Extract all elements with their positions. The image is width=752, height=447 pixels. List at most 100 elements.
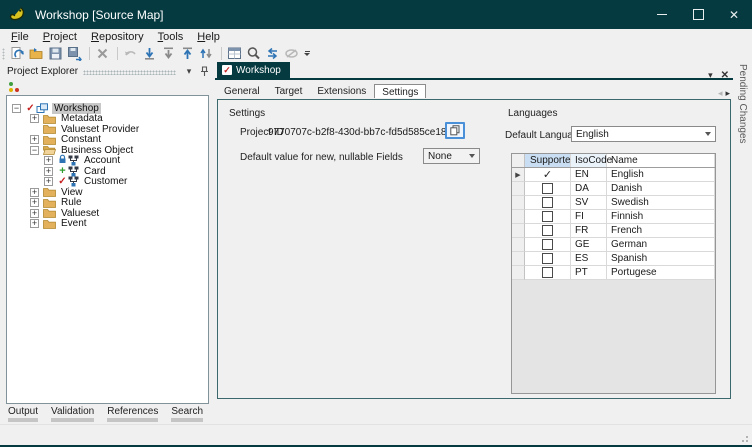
save-layout-icon[interactable]: [66, 46, 83, 61]
table-row-sv[interactable]: SV Swedish: [512, 196, 715, 210]
expand-icon[interactable]: [44, 177, 53, 186]
disconnect-icon[interactable]: [283, 46, 300, 61]
supported-checkbox[interactable]: [542, 253, 553, 264]
get-latest-icon[interactable]: [160, 46, 177, 61]
copy-project-id-button[interactable]: [445, 122, 465, 139]
nullable-default-select[interactable]: None: [423, 148, 480, 164]
expand-icon[interactable]: [30, 114, 39, 123]
supported-checkbox[interactable]: [542, 225, 553, 236]
header-name[interactable]: Name: [607, 154, 715, 167]
menu-help[interactable]: Help: [190, 30, 227, 44]
check-out-icon[interactable]: [179, 46, 196, 61]
row-selector[interactable]: [512, 168, 525, 182]
menu-file[interactable]: File: [4, 30, 36, 44]
tree-item-label: Metadata: [59, 113, 105, 124]
delete-icon[interactable]: [94, 46, 111, 61]
expand-icon[interactable]: [30, 219, 39, 228]
table-row-ge[interactable]: GE German: [512, 238, 715, 252]
tab-references[interactable]: References: [107, 406, 158, 422]
tab-scroll-left-icon[interactable]: [718, 88, 723, 99]
iso-cell: SV: [571, 196, 607, 210]
menu-repository[interactable]: Repository: [84, 30, 151, 44]
tab-validation[interactable]: Validation: [51, 406, 94, 422]
row-selector[interactable]: [512, 224, 525, 238]
header-isocode[interactable]: IsoCode: [571, 154, 607, 167]
collapse-icon[interactable]: [30, 146, 39, 155]
supported-checkbox[interactable]: [542, 183, 553, 194]
tree-item-account[interactable]: Account: [7, 156, 208, 166]
tab-output[interactable]: Output: [8, 406, 38, 422]
table-row-da[interactable]: DA Danish: [512, 182, 715, 196]
tree-item-customer[interactable]: Customer: [7, 177, 208, 187]
document-tab-workshop[interactable]: Workshop: [217, 62, 290, 78]
table-row-pt[interactable]: PT Portugese: [512, 266, 715, 280]
expand-icon[interactable]: [44, 156, 53, 165]
expand-icon[interactable]: [30, 188, 39, 197]
table-row-en[interactable]: ✓ EN English: [512, 168, 715, 182]
tree-item-view[interactable]: View: [7, 187, 208, 197]
compare-status-icon[interactable]: [198, 46, 215, 61]
pending-changes-tab[interactable]: Pending Changes: [737, 62, 748, 144]
refresh-project-icon[interactable]: [9, 46, 26, 61]
minimize-button[interactable]: [644, 0, 680, 29]
toolbar-separator: [117, 47, 118, 60]
row-selector[interactable]: [512, 266, 525, 280]
modified-check-icon: [25, 104, 36, 113]
table-row-fi[interactable]: FI Finnish: [512, 210, 715, 224]
tree-item-constant[interactable]: Constant: [7, 135, 208, 145]
supported-checkbox[interactable]: [542, 239, 553, 250]
header-supported[interactable]: Supported: [525, 154, 571, 167]
row-selector[interactable]: [512, 182, 525, 196]
supported-checkbox[interactable]: [542, 211, 553, 222]
supported-checkbox[interactable]: [542, 197, 553, 208]
menu-tools[interactable]: Tools: [151, 30, 191, 44]
panel-menu-chevron-icon[interactable]: [183, 65, 195, 77]
row-selector[interactable]: [512, 196, 525, 210]
expand-icon[interactable]: [30, 198, 39, 207]
toolbar-overflow-button[interactable]: [304, 51, 310, 56]
tree-item-event[interactable]: Event: [7, 219, 208, 229]
table-row-es[interactable]: ES Spanish: [512, 252, 715, 266]
collapse-icon[interactable]: [12, 104, 21, 113]
expand-icon[interactable]: [30, 135, 39, 144]
filter-dots-icon[interactable]: [8, 82, 20, 93]
save-icon[interactable]: [47, 46, 64, 61]
check-in-icon[interactable]: [141, 46, 158, 61]
panel-pin-icon[interactable]: [198, 65, 210, 77]
tree-item-valueset[interactable]: Valueset: [7, 208, 208, 218]
menu-project[interactable]: Project: [36, 30, 84, 44]
toolbar-grip[interactable]: [2, 48, 5, 60]
explorer-toolbar: [3, 79, 213, 95]
row-selector[interactable]: [512, 238, 525, 252]
row-selector[interactable]: [512, 210, 525, 224]
expand-icon[interactable]: [30, 209, 39, 218]
tab-general[interactable]: General: [217, 85, 267, 99]
row-selector[interactable]: [512, 252, 525, 266]
document-list-chevron-icon[interactable]: [708, 65, 713, 83]
tab-extensions[interactable]: Extensions: [310, 85, 373, 99]
tree-item-card[interactable]: Card: [7, 166, 208, 176]
name-cell: Danish: [607, 182, 715, 196]
supported-checkbox[interactable]: [542, 267, 553, 278]
resize-grip[interactable]: [739, 433, 749, 443]
search-icon[interactable]: [245, 46, 262, 61]
tab-search[interactable]: Search: [171, 406, 203, 422]
revert-icon[interactable]: [122, 46, 139, 61]
tree-item-valueset-provider[interactable]: Valueset Provider: [7, 124, 208, 134]
tab-target[interactable]: Target: [268, 85, 310, 99]
expand-icon[interactable]: [44, 167, 53, 176]
tab-scroll-right-icon[interactable]: [725, 88, 730, 99]
tree-item-business-object[interactable]: Business Object: [7, 145, 208, 155]
tree-item-workshop[interactable]: Workshop: [7, 103, 208, 113]
properties-icon[interactable]: [226, 46, 243, 61]
compare-icon[interactable]: [264, 46, 281, 61]
document-close-icon[interactable]: [721, 65, 729, 83]
maximize-button[interactable]: [680, 0, 716, 29]
open-project-icon[interactable]: [28, 46, 45, 61]
tab-settings[interactable]: Settings: [374, 84, 426, 98]
default-language-select[interactable]: English: [571, 126, 716, 142]
tree-item-metadata[interactable]: Metadata: [7, 114, 208, 124]
table-row-fr[interactable]: FR French: [512, 224, 715, 238]
close-button[interactable]: [716, 0, 752, 29]
tree-item-rule[interactable]: Rule: [7, 198, 208, 208]
